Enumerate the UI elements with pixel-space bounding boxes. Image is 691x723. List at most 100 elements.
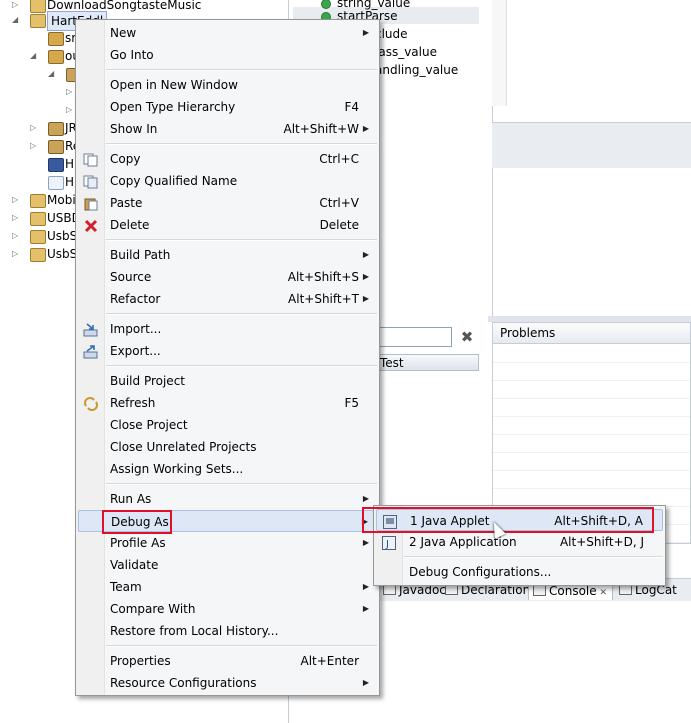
menu-item-label: Run As bbox=[110, 492, 152, 506]
menu-item-label: Close Unrelated Projects bbox=[110, 440, 257, 454]
menu-item-delete[interactable]: Delete Delete bbox=[78, 214, 377, 236]
menu-item-new[interactable]: New ▶ bbox=[78, 22, 377, 44]
collapsed-twisty-icon[interactable]: ▷ bbox=[12, 191, 18, 209]
editor-area[interactable] bbox=[492, 0, 691, 122]
project-folder-icon bbox=[30, 14, 46, 28]
menu-item-team[interactable]: Team ▶ bbox=[78, 576, 377, 598]
menu-item-shortcut: Alt+Shift+S bbox=[287, 270, 359, 284]
menu-item-source[interactable]: Source Alt+Shift+S ▶ bbox=[78, 266, 377, 288]
menu-item-build-path[interactable]: Build Path ▶ bbox=[78, 244, 377, 266]
menu-item-label: Paste bbox=[110, 196, 143, 210]
menu-item-open-type-hierarchy[interactable]: Open Type Hierarchy F4 bbox=[78, 96, 377, 118]
menu-separator bbox=[106, 483, 377, 485]
tree-item-label: Mobi bbox=[47, 193, 76, 207]
menu-item-label: Team bbox=[110, 580, 142, 594]
collapsed-twisty-icon[interactable]: ▷ bbox=[66, 83, 72, 101]
menu-item-close-unrelated-projects[interactable]: Close Unrelated Projects bbox=[78, 436, 377, 458]
menu-separator bbox=[404, 556, 663, 558]
paste-icon bbox=[83, 196, 99, 211]
menu-item-properties[interactable]: Properties Alt+Enter bbox=[78, 650, 377, 672]
menu-item-shortcut: F5 bbox=[344, 396, 359, 410]
menu-item-import[interactable]: Import... bbox=[78, 318, 377, 340]
collapsed-twisty-icon[interactable]: ▷ bbox=[66, 101, 72, 119]
submenu-item-2-java-application[interactable]: J2 Java Application Alt+Shift+D, J bbox=[376, 531, 663, 553]
menu-separator bbox=[106, 313, 377, 315]
menu-item-open-in-new-window[interactable]: Open in New Window bbox=[78, 74, 377, 96]
menu-item-refactor[interactable]: Refactor Alt+Shift+T ▶ bbox=[78, 288, 377, 310]
project-folder-icon bbox=[30, 194, 46, 208]
side-panel bbox=[492, 168, 691, 316]
menu-item-run-as[interactable]: Run As ▶ bbox=[78, 488, 377, 510]
collapsed-twisty-icon[interactable]: ▷ bbox=[12, 245, 18, 263]
package-icon bbox=[48, 50, 64, 64]
collapsed-twisty-icon[interactable]: ▷ bbox=[30, 119, 36, 137]
panel-divider bbox=[492, 122, 691, 170]
delete-icon bbox=[83, 218, 99, 233]
menu-item-label: Validate bbox=[110, 558, 159, 572]
submenu-arrow-icon: ▶ bbox=[362, 604, 369, 613]
menu-item-paste[interactable]: Paste Ctrl+V bbox=[78, 192, 377, 214]
menu-item-label: Profile As bbox=[110, 536, 166, 550]
menu-item-close-project[interactable]: Close Project bbox=[78, 414, 377, 436]
menu-item-validate[interactable]: Validate bbox=[78, 554, 377, 576]
clear-filter-icon[interactable]: ✖ bbox=[458, 327, 476, 347]
menu-separator bbox=[106, 239, 377, 241]
project-folder-icon bbox=[30, 248, 46, 262]
debug-as-submenu: 1 Java Applet Alt+Shift+D, AJ2 Java Appli… bbox=[362, 505, 666, 586]
svg-text:J: J bbox=[385, 539, 389, 550]
java-applet-highlight bbox=[362, 507, 654, 533]
menu-item-copy-qualified-name[interactable]: Copy Qualified Name bbox=[78, 170, 377, 192]
menu-item-go-into[interactable]: Go Into bbox=[78, 44, 377, 66]
collapsed-twisty-icon[interactable]: ▷ bbox=[30, 137, 36, 155]
submenu-item-label: Debug Configurations... bbox=[409, 565, 552, 579]
context-menu: New ▶ Go Into Open in New Window Open Type H… bbox=[75, 19, 380, 696]
project-folder-icon bbox=[30, 230, 46, 244]
tree-item-label: H bbox=[65, 157, 75, 171]
menu-item-assign-working-sets[interactable]: Assign Working Sets... bbox=[78, 458, 377, 480]
menu-item-export[interactable]: Export... bbox=[78, 340, 377, 362]
close-tab-icon[interactable]: ✕ bbox=[597, 588, 608, 598]
menu-item-restore-from-local-history[interactable]: Restore from Local History... bbox=[78, 620, 377, 642]
debug-as-highlight bbox=[102, 510, 172, 534]
collapsed-twisty-icon[interactable]: ▷ bbox=[12, 209, 18, 227]
menu-item-compare-with[interactable]: Compare With ▶ bbox=[78, 598, 377, 620]
menu-item-label: Compare With bbox=[110, 602, 196, 616]
menu-item-show-in[interactable]: Show In Alt+Shift+W ▶ bbox=[78, 118, 377, 140]
submenu-arrow-icon: ▶ bbox=[362, 272, 369, 281]
menu-item-label: Source bbox=[110, 270, 152, 284]
menu-item-shortcut: Alt+Shift+W bbox=[283, 122, 360, 136]
collapsed-twisty-icon[interactable]: ▷ bbox=[12, 227, 18, 245]
java-application-icon: J bbox=[382, 535, 396, 550]
menu-item-label: Close Project bbox=[110, 418, 188, 432]
java-file-icon bbox=[48, 158, 64, 172]
expanded-twisty-icon[interactable]: ◢ bbox=[30, 47, 36, 65]
menu-item-profile-as[interactable]: Profile As ▶ bbox=[78, 532, 377, 554]
menu-item-label: Resource Configurations bbox=[110, 676, 257, 690]
submenu-item-debug-configurations[interactable]: Debug Configurations... bbox=[376, 561, 663, 583]
menu-item-resource-configurations[interactable]: Resource Configurations ▶ bbox=[78, 672, 377, 694]
menu-item-refresh[interactable]: Refresh F5 bbox=[78, 392, 377, 414]
expanded-twisty-icon[interactable]: ◢ bbox=[48, 65, 54, 83]
library-icon bbox=[48, 140, 64, 154]
submenu-arrow-icon: ▶ bbox=[362, 28, 369, 37]
tree-item-label: H bbox=[65, 175, 75, 189]
submenu-arrow-icon: ▶ bbox=[362, 678, 369, 687]
export-icon bbox=[83, 344, 99, 359]
editor-ruler bbox=[492, 0, 507, 106]
menu-item-shortcut: Alt+Shift+T bbox=[288, 292, 359, 306]
menu-separator bbox=[106, 69, 377, 71]
filter-input[interactable] bbox=[375, 327, 452, 347]
problems-tab[interactable]: Problems bbox=[493, 323, 690, 344]
expanded-twisty-icon[interactable]: ◢ bbox=[12, 11, 18, 29]
submenu-arrow-icon: ▶ bbox=[362, 582, 369, 591]
menu-item-copy[interactable]: Copy Ctrl+C bbox=[78, 148, 377, 170]
menu-item-label: Refresh bbox=[110, 396, 156, 410]
outline-item-label: lass_value bbox=[375, 45, 437, 59]
menu-item-build-project[interactable]: Build Project bbox=[78, 370, 377, 392]
menu-item-label: Properties bbox=[110, 654, 171, 668]
menu-item-label: New bbox=[110, 26, 137, 40]
menu-item-label: Show In bbox=[110, 122, 158, 136]
menu-item-shortcut: Ctrl+V bbox=[319, 196, 359, 210]
library-icon bbox=[48, 122, 64, 136]
menu-item-label: Go Into bbox=[110, 48, 154, 62]
